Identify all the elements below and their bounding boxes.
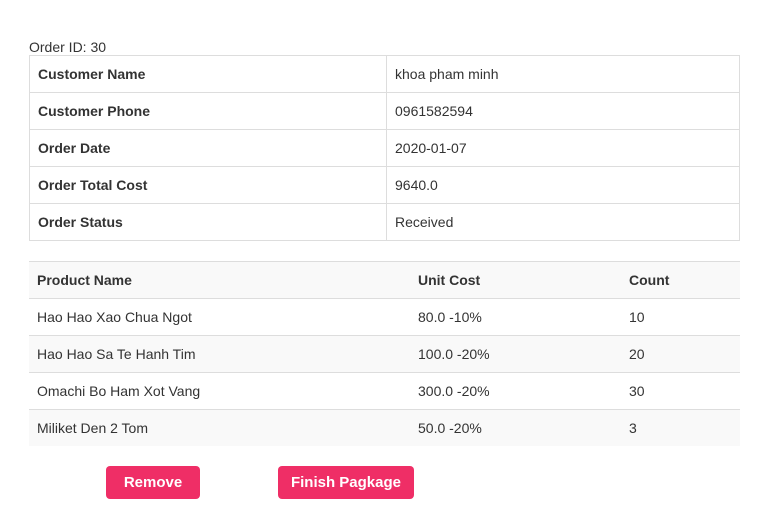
info-row-customer-name: Customer Name khoa pham minh bbox=[29, 55, 740, 93]
info-row-order-date: Order Date 2020-01-07 bbox=[29, 129, 740, 167]
table-row: Hao Hao Sa Te Hanh Tim 100.0 -20% 20 bbox=[29, 335, 740, 373]
info-value: 0961582594 bbox=[386, 92, 740, 130]
finish-package-button[interactable]: Finish Pagkage bbox=[278, 466, 414, 499]
info-value: 2020-01-07 bbox=[386, 129, 740, 167]
info-value: Received bbox=[386, 203, 740, 241]
product-name-cell: Miliket Den 2 Tom bbox=[37, 420, 149, 436]
count-cell: 10 bbox=[621, 298, 740, 336]
remove-button[interactable]: Remove bbox=[106, 466, 200, 499]
table-row: Miliket Den 2 Tom 50.0 -20% 3 bbox=[29, 409, 740, 446]
table-row: Hao Hao Xao Chua Ngot 80.0 -10% 10 bbox=[29, 298, 740, 336]
info-label: Order Date bbox=[29, 129, 387, 167]
products-header-row: Product Name Unit Cost Count bbox=[29, 261, 740, 299]
order-info-table: Customer Name khoa pham minh Customer Ph… bbox=[29, 55, 740, 241]
info-row-order-status: Order Status Received bbox=[29, 203, 740, 241]
info-label: Customer Name bbox=[29, 55, 387, 93]
info-label: Order Status bbox=[29, 203, 387, 241]
column-header-product-name: Product Name bbox=[29, 261, 410, 299]
product-name-cell: Hao Hao Xao Chua Ngot bbox=[29, 298, 410, 336]
unit-cost-cell: 100.0 -20% bbox=[410, 335, 621, 373]
products-table: Product Name Unit Cost Count Hao Hao Xao… bbox=[29, 261, 740, 446]
column-header-unit-cost: Unit Cost bbox=[410, 261, 621, 299]
table-row: Omachi Bo Ham Xot Vang 300.0 -20% 30 bbox=[29, 372, 740, 410]
product-name-cell: Hao Hao Sa Te Hanh Tim bbox=[29, 335, 410, 373]
unit-cost-cell: 80.0 -10% bbox=[410, 298, 621, 336]
info-label: Customer Phone bbox=[29, 92, 387, 130]
count-cell: 30 bbox=[621, 372, 740, 410]
order-id: Order ID: 30 bbox=[29, 39, 107, 55]
count-cell: 20 bbox=[621, 335, 740, 373]
info-row-customer-phone: Customer Phone 0961582594 bbox=[29, 92, 740, 130]
info-label: Order Total Cost bbox=[29, 166, 387, 204]
info-value: 9640.0 bbox=[386, 166, 740, 204]
column-header-count: Count bbox=[621, 261, 740, 299]
info-row-order-total-cost: Order Total Cost 9640.0 bbox=[29, 166, 740, 204]
unit-cost-cell: 50.0 -20% bbox=[418, 420, 482, 436]
unit-cost-cell: 300.0 -20% bbox=[410, 372, 621, 410]
info-value: khoa pham minh bbox=[386, 55, 740, 93]
product-name-cell: Omachi Bo Ham Xot Vang bbox=[29, 372, 410, 410]
order-detail-page: Order ID: 30 Customer Name khoa pham min… bbox=[0, 0, 760, 513]
count-cell: 3 bbox=[629, 420, 637, 436]
